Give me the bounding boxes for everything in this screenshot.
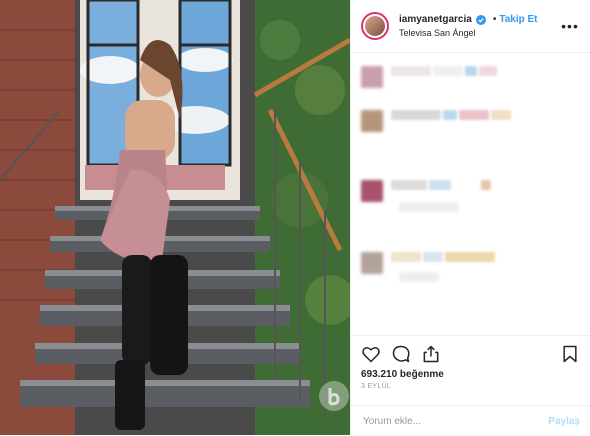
- likes-count[interactable]: 693.210 beğenme: [361, 369, 580, 380]
- blurred-avatar: [361, 252, 383, 274]
- avatar[interactable]: [361, 12, 389, 40]
- blurred-avatar: [361, 180, 383, 202]
- follow-button[interactable]: Takip Et: [499, 14, 537, 25]
- post-sidebar: iamyanetgarcia • Takip Et Televisa San Á…: [350, 0, 590, 435]
- blurred-comment: [361, 66, 580, 88]
- header-row: iamyanetgarcia • Takip Et: [399, 14, 560, 25]
- blurred-comment: [361, 110, 580, 132]
- share-icon[interactable]: [421, 344, 441, 364]
- header-info: iamyanetgarcia • Takip Et Televisa San Á…: [399, 14, 560, 38]
- instagram-post: iamyanetgarcia • Takip Et Televisa San Á…: [0, 0, 590, 435]
- blurred-avatar: [361, 110, 383, 132]
- blurred-text: [383, 180, 491, 202]
- add-comment-bar: Paylaş: [351, 405, 590, 436]
- post-actions: 693.210 beğenme 3 EYLÜL: [351, 335, 590, 390]
- post-header: iamyanetgarcia • Takip Et Televisa San Á…: [351, 0, 590, 53]
- comment-input[interactable]: [361, 414, 549, 428]
- location-link[interactable]: Televisa San Ángel: [399, 28, 560, 38]
- blurred-comment: [361, 180, 580, 212]
- blurred-comment: [361, 252, 580, 282]
- post-comment-button[interactable]: Paylaş: [548, 416, 580, 427]
- blurred-text: [383, 110, 511, 132]
- post-photo: [0, 0, 350, 435]
- post-image[interactable]: [0, 0, 350, 435]
- avatar-image: [365, 16, 385, 36]
- username-link[interactable]: iamyanetgarcia: [399, 14, 472, 25]
- blurred-text: [383, 66, 497, 88]
- comments-list: [351, 52, 590, 332]
- blurred-text-line: [399, 272, 439, 282]
- action-icons: [361, 341, 580, 367]
- post-date[interactable]: 3 EYLÜL: [361, 383, 580, 390]
- blurred-text: [383, 252, 495, 274]
- heart-icon[interactable]: [361, 344, 381, 364]
- watermark-logo: [319, 381, 349, 411]
- comment-icon[interactable]: [391, 344, 411, 364]
- bookmark-icon[interactable]: [560, 344, 580, 364]
- more-options-icon[interactable]: •••: [560, 18, 580, 34]
- blurred-avatar: [361, 66, 383, 88]
- blurred-text-line: [399, 202, 459, 212]
- separator-dot: •: [492, 14, 497, 25]
- verified-badge-icon: [475, 14, 486, 25]
